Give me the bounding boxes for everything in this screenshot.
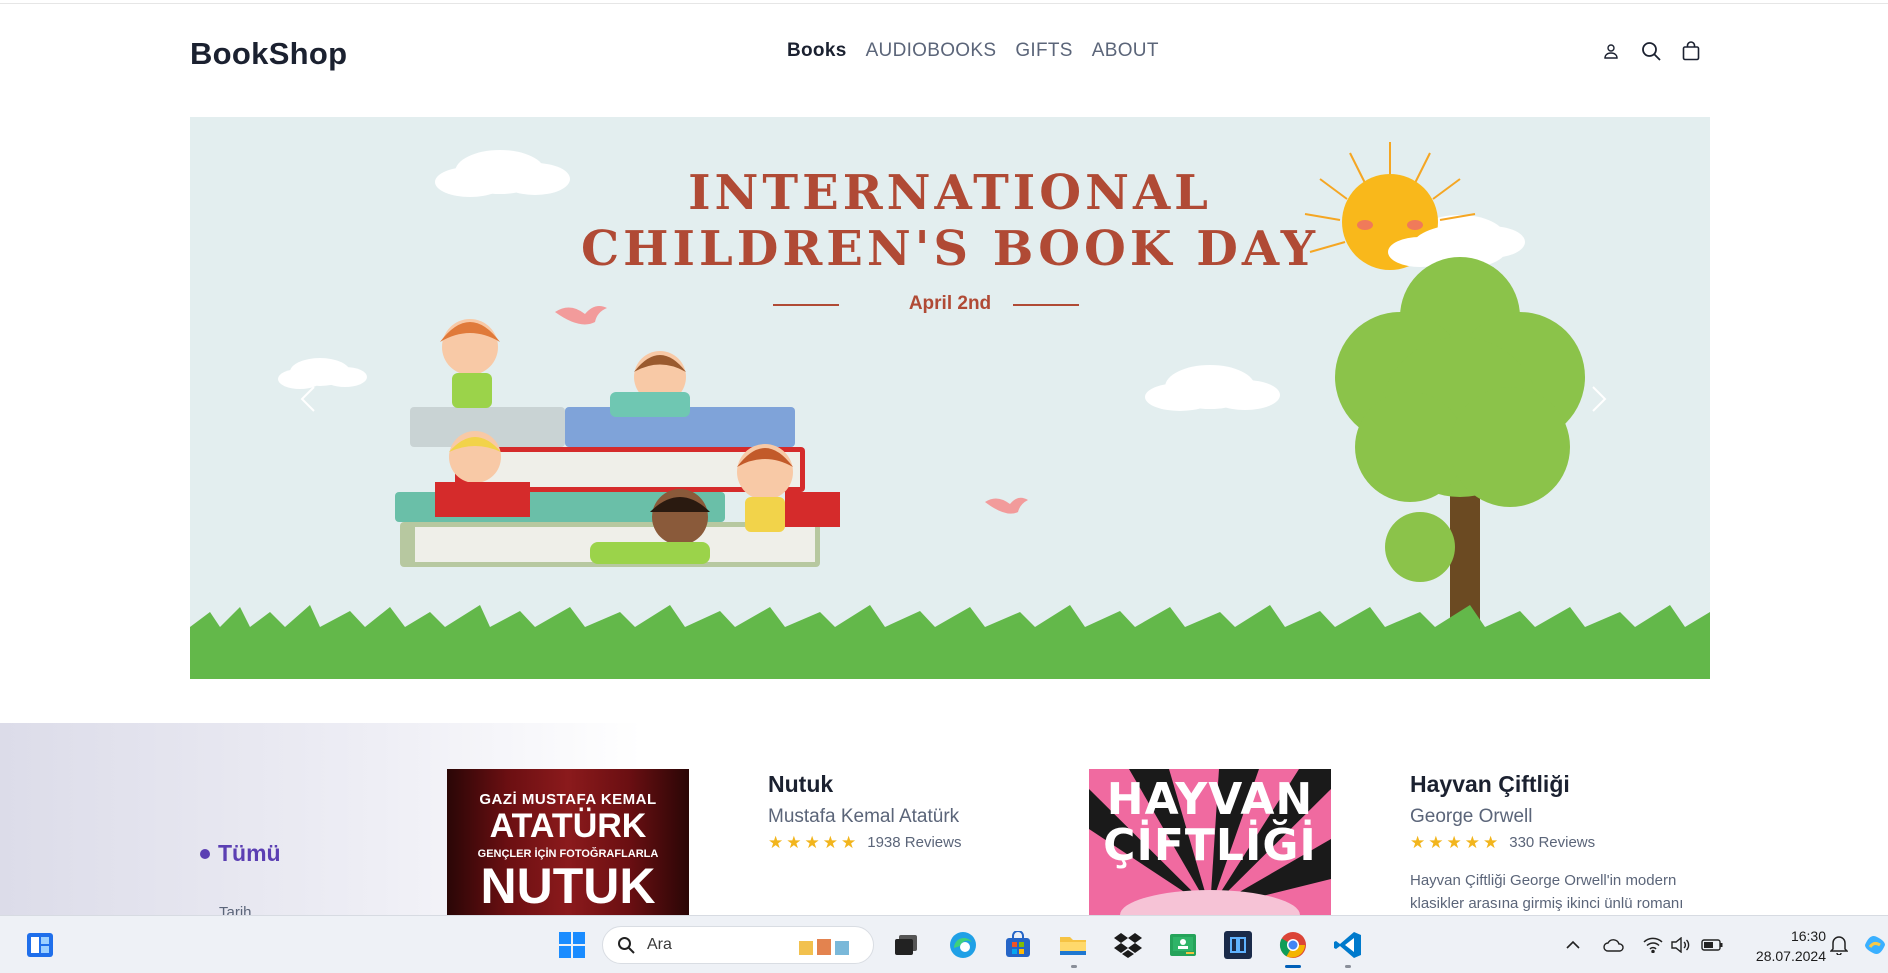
cloud-icon <box>1603 939 1624 952</box>
vscode-icon <box>1334 932 1361 958</box>
carousel-next-button[interactable] <box>1583 379 1613 419</box>
running-indicator <box>1071 965 1077 968</box>
category-item-all[interactable]: Tümü <box>200 840 281 867</box>
wifi-tray[interactable] <box>1642 934 1664 956</box>
shopping-bag-icon[interactable] <box>1680 40 1702 62</box>
widgets-button[interactable] <box>23 928 57 962</box>
book-author[interactable]: Mustafa Kemal Atatürk <box>768 806 961 828</box>
star-icon: ★ <box>804 833 820 852</box>
header-actions <box>1600 40 1702 62</box>
star-icon: ★ <box>841 833 857 852</box>
main-nav: Books AUDIOBOOKS GIFTS ABOUT <box>787 40 1159 62</box>
nav-item-gifts[interactable]: GIFTS <box>1015 40 1072 62</box>
banner-date: April 2nd <box>908 293 992 314</box>
user-icon[interactable] <box>1600 40 1622 62</box>
chevron-left-icon <box>300 386 315 412</box>
book-description: Hayvan Çiftliği George Orwell'in modern … <box>1410 872 1684 912</box>
star-icon: ★ <box>1446 833 1462 852</box>
book-author[interactable]: George Orwell <box>1410 806 1710 828</box>
windows-taskbar: 16:30 28.07.2024 <box>0 915 1888 973</box>
taskbar-app-pinned[interactable] <box>1221 928 1255 962</box>
search-icon <box>618 937 635 954</box>
category-label: Tümü <box>218 840 281 866</box>
taskbar-search-input[interactable] <box>647 936 797 954</box>
volume-icon <box>1671 937 1690 953</box>
nav-item-audiobooks[interactable]: AUDIOBOOKS <box>866 40 997 62</box>
carousel-prev-button[interactable] <box>294 379 324 419</box>
window-top-border <box>0 0 1888 4</box>
banner-title-line2: CHILDREN'S BOOK DAY <box>580 221 1320 277</box>
clock-date: 28.07.2024 <box>1755 948 1826 964</box>
edge-icon <box>950 932 976 958</box>
taskbar-app-chrome[interactable] <box>1276 928 1310 962</box>
taskbar-app-store[interactable] <box>1001 928 1035 962</box>
search-icon[interactable] <box>1640 40 1662 62</box>
copilot-icon <box>1865 936 1885 954</box>
banner-title-line1: INTERNATIONAL <box>688 165 1212 221</box>
taskbar-app-classroom[interactable] <box>1166 928 1200 962</box>
taskbar-app-file-explorer[interactable] <box>1056 928 1090 962</box>
onedrive-tray[interactable] <box>1601 934 1627 956</box>
star-icon: ★ <box>786 833 802 852</box>
file-explorer-icon <box>1060 937 1086 955</box>
products-section: Tümü Tarih GAZİ MUSTAFA KEMAL ATATÜRK GE… <box>0 723 1888 921</box>
cover-text: GAZİ MUSTAFA KEMAL <box>479 791 657 808</box>
nav-item-books[interactable]: Books <box>787 40 847 62</box>
book-rating: ★ ★ ★ ★ ★ 330 Reviews <box>1410 834 1710 851</box>
wifi-icon <box>1643 937 1663 953</box>
book-info-nutuk: Nutuk Mustafa Kemal Atatürk ★ ★ ★ ★ ★ 19… <box>768 771 961 851</box>
battery-tray[interactable] <box>1700 934 1724 956</box>
dropbox-icon <box>1114 933 1142 958</box>
windows-start-icon <box>559 932 585 958</box>
volume-tray[interactable] <box>1670 934 1692 956</box>
copilot-button[interactable] <box>1862 934 1888 956</box>
taskbar-app-vscode[interactable] <box>1331 928 1365 962</box>
cover-text: HAYVAN ÇİFTLİĞİ <box>1103 774 1317 871</box>
star-icon: ★ <box>1428 833 1444 852</box>
book-info-hayvan-ciftligi: Hayvan Çiftliği George Orwell ★ ★ ★ ★ ★ … <box>1410 771 1710 915</box>
star-icon: ★ <box>1483 833 1499 852</box>
cover-text: ATATÜRK <box>489 807 647 845</box>
classroom-icon <box>1170 934 1196 956</box>
review-count[interactable]: 330 Reviews <box>1509 834 1595 851</box>
task-view-icon <box>895 935 917 955</box>
book-cover-nutuk[interactable]: GAZİ MUSTAFA KEMAL ATATÜRK GENÇLER İÇİN … <box>447 769 689 915</box>
nav-item-about[interactable]: ABOUT <box>1092 40 1159 62</box>
book-cover-hayvan-ciftligi[interactable]: HAYVAN ÇİFTLİĞİ <box>1089 769 1331 915</box>
show-hidden-icons-button[interactable] <box>1562 934 1584 956</box>
book-title[interactable]: Hayvan Çiftliği <box>1410 771 1710 798</box>
search-highlight-icon <box>799 939 849 955</box>
widgets-icon <box>27 933 53 957</box>
active-app-indicator <box>1285 965 1301 968</box>
star-icon: ★ <box>1464 833 1480 852</box>
notifications-button[interactable] <box>1828 934 1850 956</box>
date-divider-right <box>1013 304 1079 306</box>
star-icon: ★ <box>1410 833 1426 852</box>
active-category-dot <box>200 848 210 859</box>
taskbar-app-edge[interactable] <box>946 928 980 962</box>
chevron-right-icon <box>1592 386 1607 412</box>
hero-banner: INTERNATIONAL CHILDREN'S BOOK DAY April … <box>190 117 1710 679</box>
running-indicator <box>1345 965 1351 968</box>
star-icon: ★ <box>822 833 838 852</box>
cover-text: NUTUK <box>480 858 656 914</box>
chrome-icon <box>1279 932 1306 958</box>
book-title[interactable]: Nutuk <box>768 771 961 798</box>
app-icon <box>1224 931 1252 959</box>
battery-icon <box>1701 939 1723 951</box>
taskbar-app-dropbox[interactable] <box>1111 928 1145 962</box>
book-rating: ★ ★ ★ ★ ★ 1938 Reviews <box>768 834 961 851</box>
task-view-button[interactable] <box>889 928 923 962</box>
store-icon <box>1006 931 1030 957</box>
site-logo[interactable]: BookShop <box>190 36 347 72</box>
chevron-up-icon <box>1566 940 1580 949</box>
taskbar-search[interactable] <box>602 926 874 964</box>
star-icon: ★ <box>768 833 784 852</box>
review-count[interactable]: 1938 Reviews <box>867 834 961 851</box>
start-button[interactable] <box>555 928 589 962</box>
taskbar-clock[interactable]: 16:30 28.07.2024 <box>1736 926 1826 966</box>
clock-time: 16:30 <box>1790 928 1826 944</box>
bell-icon <box>1830 936 1848 955</box>
